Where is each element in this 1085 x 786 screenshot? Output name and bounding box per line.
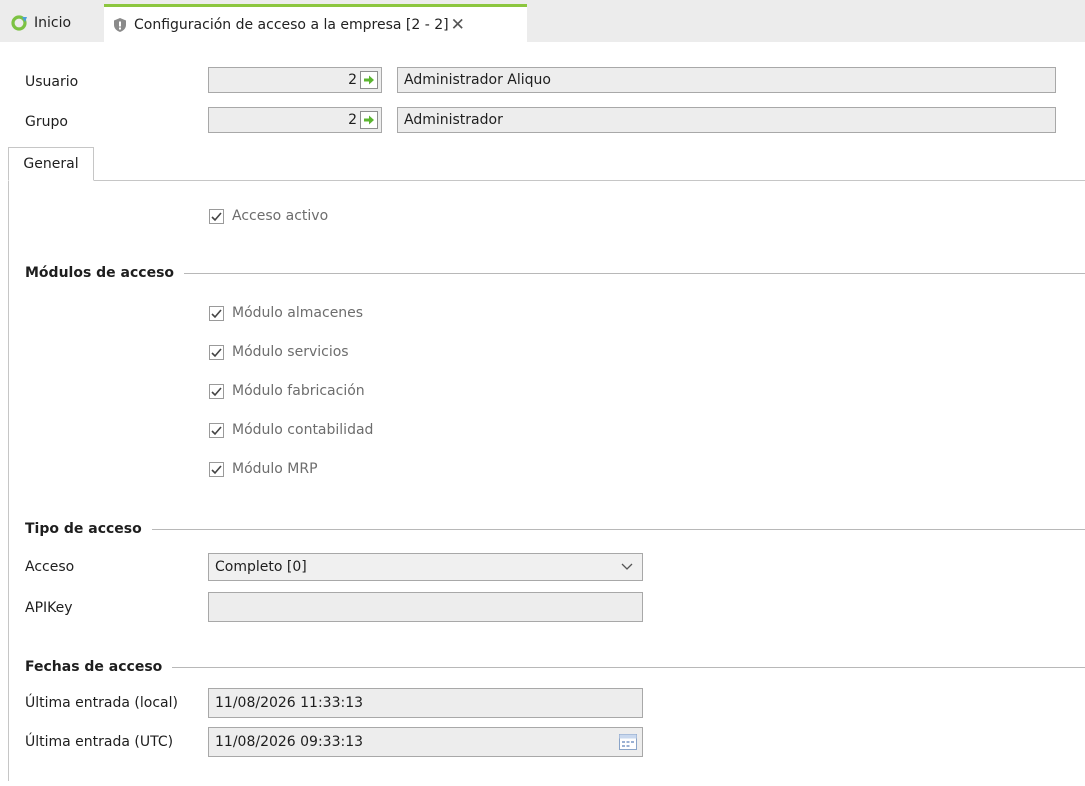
- document-tab-bar: Inicio Configuración de acceso a la empr…: [0, 0, 1085, 42]
- tab-general[interactable]: General: [8, 147, 94, 181]
- arrow-right-icon: [364, 75, 374, 85]
- checkbox-box: [209, 208, 224, 224]
- apikey-field[interactable]: [208, 592, 643, 622]
- grupo-name-value: Administrador: [404, 112, 503, 128]
- tab-configuracion-acceso[interactable]: Configuración de acceso a la empresa [2 …: [104, 4, 527, 42]
- acceso-label: Acceso: [25, 559, 75, 575]
- grupo-goto-button[interactable]: [360, 111, 378, 129]
- tipo-acceso-section-title: Tipo de acceso: [25, 521, 142, 537]
- checkmark-icon: [211, 211, 222, 221]
- section-divider: [172, 666, 1085, 668]
- usuario-code-value: 2: [348, 72, 357, 88]
- refresh-logo-icon: [10, 14, 28, 32]
- grupo-label: Grupo: [25, 114, 68, 130]
- grupo-code-value: 2: [348, 112, 357, 128]
- tab-inicio[interactable]: Inicio: [10, 4, 102, 42]
- checkmark-icon: [211, 347, 222, 357]
- tab-configuracion-label: Configuración de acceso a la empresa [2 …: [134, 16, 449, 33]
- section-divider: [151, 528, 1085, 530]
- calendar-icon[interactable]: [618, 732, 638, 752]
- close-tab-icon[interactable]: ✕: [451, 15, 465, 35]
- chevron-down-icon: [621, 563, 633, 570]
- tab-general-label: General: [23, 156, 79, 172]
- arrow-right-icon: [364, 115, 374, 125]
- checkbox-box: [209, 422, 224, 438]
- tab-inicio-label: Inicio: [34, 15, 72, 31]
- acceso-dropdown-value: Completo [0]: [215, 559, 307, 575]
- modulo-fabricacion-label: Módulo fabricación: [232, 383, 365, 399]
- checkbox-box: [209, 305, 224, 321]
- usuario-label: Usuario: [25, 74, 79, 90]
- usuario-code-field[interactable]: 2: [208, 67, 382, 93]
- ultima-entrada-utc-value: 11/08/2026 09:33:13: [215, 734, 364, 750]
- checkmark-icon: [211, 464, 222, 474]
- modulo-fabricacion-checkbox[interactable]: Módulo fabricación: [209, 381, 365, 401]
- checkbox-box: [209, 383, 224, 399]
- usuario-goto-button[interactable]: [360, 71, 378, 89]
- grupo-code-field[interactable]: 2: [208, 107, 382, 133]
- grupo-name-field: Administrador: [397, 107, 1056, 133]
- usuario-name-field: Administrador Aliquo: [397, 67, 1056, 93]
- ultima-entrada-utc-label: Última entrada (UTC): [25, 734, 174, 750]
- checkbox-box: [209, 461, 224, 477]
- modulos-section-title: Módulos de acceso: [25, 265, 175, 281]
- modulo-mrp-checkbox[interactable]: Módulo MRP: [209, 459, 318, 479]
- modulo-almacenes-label: Módulo almacenes: [232, 305, 364, 321]
- ultima-entrada-local-value: 11/08/2026 11:33:13: [215, 695, 364, 711]
- checkmark-icon: [211, 386, 222, 396]
- modulo-mrp-label: Módulo MRP: [232, 461, 318, 477]
- acceso-activo-checkbox[interactable]: Acceso activo: [209, 206, 328, 226]
- checkmark-icon: [211, 308, 222, 318]
- fechas-section-header: Fechas de acceso: [25, 657, 1085, 677]
- fechas-section-title: Fechas de acceso: [25, 659, 163, 675]
- ultima-entrada-local-field: 11/08/2026 11:33:13: [208, 688, 643, 718]
- ultima-entrada-local-label: Última entrada (local): [25, 695, 178, 711]
- modulo-contabilidad-checkbox[interactable]: Módulo contabilidad: [209, 420, 373, 440]
- modulos-section-header: Módulos de acceso: [25, 263, 1085, 283]
- modulo-servicios-label: Módulo servicios: [232, 344, 349, 360]
- modulo-servicios-checkbox[interactable]: Módulo servicios: [209, 342, 349, 362]
- tipo-acceso-section-header: Tipo de acceso: [25, 519, 1085, 539]
- checkmark-icon: [211, 425, 222, 435]
- apikey-label: APIKey: [25, 600, 73, 616]
- shield-icon: [112, 17, 128, 33]
- tab-strip-divider: [8, 180, 1085, 181]
- ultima-entrada-utc-field: 11/08/2026 09:33:13: [208, 727, 643, 757]
- acceso-activo-label: Acceso activo: [232, 208, 329, 224]
- modulo-almacenes-checkbox[interactable]: Módulo almacenes: [209, 303, 363, 323]
- panel-left-border: [8, 181, 9, 781]
- acceso-dropdown[interactable]: Completo [0]: [208, 553, 643, 581]
- section-divider: [184, 272, 1085, 274]
- usuario-name-value: Administrador Aliquo: [404, 72, 551, 88]
- checkbox-box: [209, 344, 224, 360]
- modulo-contabilidad-label: Módulo contabilidad: [232, 422, 374, 438]
